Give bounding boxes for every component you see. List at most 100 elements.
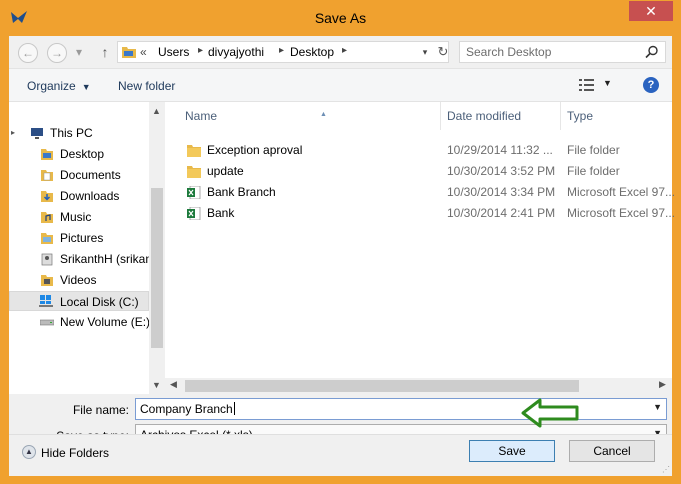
file-name: update bbox=[207, 164, 244, 178]
pc-icon bbox=[31, 128, 43, 139]
scroll-down-icon[interactable]: ▼ bbox=[152, 380, 161, 390]
breadcrumb-separator[interactable]: ▸ bbox=[279, 45, 284, 56]
cancel-button[interactable]: Cancel bbox=[569, 440, 655, 462]
horizontal-scrollbar[interactable]: ◀ ▶ bbox=[165, 378, 672, 394]
chevron-down-icon[interactable]: ▼ bbox=[653, 402, 662, 412]
nav-item-user-folder[interactable]: SrikanthH (srikan bbox=[9, 249, 149, 269]
nav-item-label: Pictures bbox=[60, 231, 104, 245]
navigation-pane[interactable]: ▸ This PC Desktop Documents Downloads Mu… bbox=[9, 102, 165, 394]
view-options-icon[interactable] bbox=[579, 79, 595, 91]
excel-file-icon bbox=[187, 186, 201, 199]
downloads-folder-icon bbox=[41, 191, 53, 202]
browser-area: ▸ This PC Desktop Documents Downloads Mu… bbox=[9, 102, 676, 394]
back-button[interactable]: ← bbox=[18, 43, 38, 63]
title-bar[interactable]: Save As ✕ bbox=[0, 0, 681, 36]
nav-scroll-thumb[interactable] bbox=[151, 188, 163, 348]
nav-item-pictures[interactable]: Pictures bbox=[9, 228, 149, 248]
file-date: 10/30/2014 3:34 PM bbox=[447, 185, 556, 199]
close-button[interactable]: ✕ bbox=[629, 1, 673, 21]
new-folder-button[interactable]: New folder bbox=[118, 79, 175, 93]
nav-item-label: Videos bbox=[60, 273, 97, 287]
file-date: 10/30/2014 3:52 PM bbox=[447, 164, 556, 178]
file-row[interactable]: update 10/30/2014 3:52 PM File folder bbox=[165, 161, 672, 182]
file-name-field[interactable]: Company Branch ▼ bbox=[135, 398, 667, 420]
nav-item-documents[interactable]: Documents bbox=[9, 165, 149, 185]
scroll-left-icon[interactable]: ◀ bbox=[170, 379, 177, 390]
file-row[interactable]: Exception aproval 10/29/2014 11:32 ... F… bbox=[165, 140, 672, 161]
nav-item-local-disk[interactable]: Local Disk (C:) bbox=[9, 291, 149, 311]
desktop-folder-icon bbox=[41, 149, 53, 160]
breadcrumb-overflow[interactable]: « bbox=[140, 45, 147, 59]
nav-item-videos[interactable]: Videos bbox=[9, 270, 149, 290]
file-name-input[interactable]: Company Branch bbox=[140, 402, 235, 416]
nav-item-label: SrikanthH (srikan bbox=[60, 252, 149, 266]
save-button[interactable]: Save bbox=[469, 440, 555, 462]
chevron-down-icon: ▼ bbox=[81, 82, 91, 92]
search-box[interactable] bbox=[459, 41, 666, 63]
nav-item-label: This PC bbox=[50, 126, 93, 140]
nav-item-label: New Volume (E:) bbox=[60, 315, 149, 329]
nav-item-music[interactable]: Music bbox=[9, 207, 149, 227]
file-type: Microsoft Excel 97... bbox=[567, 206, 676, 220]
expand-chevron-icon[interactable]: ▸ bbox=[11, 123, 15, 143]
nav-item-label: Documents bbox=[60, 168, 121, 182]
resize-grip-icon[interactable]: ⋰ bbox=[662, 465, 670, 474]
horizontal-scroll-thumb[interactable] bbox=[185, 380, 579, 392]
local-disk-icon bbox=[39, 295, 53, 307]
help-icon[interactable]: ? bbox=[643, 77, 659, 93]
videos-folder-icon bbox=[41, 275, 53, 286]
file-list[interactable]: Name ▲ Date modified Type Exception apro… bbox=[165, 102, 676, 394]
nav-item-label: Downloads bbox=[60, 189, 120, 203]
window-title: Save As bbox=[314, 10, 367, 26]
file-type: File folder bbox=[567, 143, 620, 157]
nav-item-label: Desktop bbox=[60, 147, 105, 161]
recent-locations-dropdown[interactable]: ▾ bbox=[73, 43, 85, 63]
refresh-icon[interactable]: ↻ bbox=[436, 44, 450, 60]
file-name-label: File name: bbox=[72, 403, 129, 417]
breadcrumb-users[interactable]: Users bbox=[158, 45, 189, 59]
breadcrumb-separator[interactable]: ▸ bbox=[198, 45, 203, 56]
file-row[interactable]: Bank Branch 10/30/2014 3:34 PM Microsoft… bbox=[165, 182, 675, 203]
view-dropdown[interactable]: ▼ bbox=[603, 78, 612, 88]
column-name-header[interactable]: Name ▲ bbox=[179, 102, 441, 130]
nav-item-desktop[interactable]: Desktop bbox=[9, 144, 149, 164]
music-folder-icon bbox=[41, 212, 53, 223]
folder-icon bbox=[122, 47, 136, 58]
address-history-dropdown[interactable]: ▾ bbox=[418, 45, 432, 59]
breadcrumb-desktop[interactable]: Desktop bbox=[290, 45, 334, 59]
column-date-header[interactable]: Date modified bbox=[441, 102, 561, 130]
file-name-value: Company Branch bbox=[140, 402, 233, 416]
nav-item-this-pc[interactable]: ▸ This PC bbox=[9, 123, 149, 143]
nav-item-label: Music bbox=[60, 210, 92, 224]
up-button[interactable]: ↑ bbox=[98, 43, 112, 61]
pictures-folder-icon bbox=[41, 233, 53, 244]
collapse-icon[interactable]: ▲ bbox=[22, 445, 36, 459]
forward-button[interactable]: → bbox=[47, 43, 67, 63]
scroll-up-icon[interactable]: ▲ bbox=[152, 106, 161, 116]
organize-button[interactable]: Organize ▼ bbox=[27, 79, 91, 93]
nav-item-label: Local Disk (C:) bbox=[60, 295, 139, 309]
file-name: Exception aproval bbox=[207, 143, 303, 157]
search-input[interactable] bbox=[466, 44, 641, 60]
scroll-right-icon[interactable]: ▶ bbox=[659, 379, 666, 390]
breadcrumb-separator[interactable]: ▸ bbox=[342, 45, 347, 56]
folder-icon bbox=[187, 145, 201, 157]
file-type: File folder bbox=[567, 164, 620, 178]
file-name: Bank bbox=[207, 206, 235, 220]
save-as-dialog: Save As ✕ ← → ▾ ↑ « Users ▸ divyajyothi … bbox=[0, 0, 681, 484]
nav-scrollbar[interactable]: ▲ ▼ bbox=[149, 102, 165, 394]
hide-folders-button[interactable]: Hide Folders bbox=[41, 446, 109, 460]
breadcrumb-divyajyothi[interactable]: divyajyothi bbox=[208, 45, 264, 59]
address-row: ← → ▾ ↑ « Users ▸ divyajyothi ▸ Desktop … bbox=[9, 36, 672, 68]
user-folder-icon bbox=[41, 253, 53, 266]
column-type-header[interactable]: Type bbox=[561, 102, 672, 130]
nav-item-new-volume[interactable]: New Volume (E:) bbox=[9, 312, 149, 332]
organize-label: Organize bbox=[27, 79, 76, 93]
file-date: 10/30/2014 2:41 PM bbox=[447, 206, 556, 220]
file-row[interactable]: Bank 10/30/2014 2:41 PM Microsoft Excel … bbox=[165, 203, 676, 224]
address-bar[interactable]: « Users ▸ divyajyothi ▸ Desktop ▸ ▾ ↻ bbox=[117, 41, 449, 63]
nav-item-downloads[interactable]: Downloads bbox=[9, 186, 149, 206]
search-icon[interactable] bbox=[645, 45, 659, 59]
excel-file-icon bbox=[187, 207, 201, 220]
dialog-footer: ▲ Hide Folders Save Cancel ⋰ bbox=[9, 434, 672, 476]
